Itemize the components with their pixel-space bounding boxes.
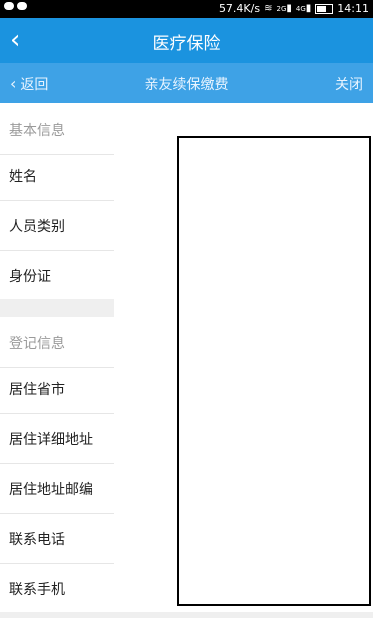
status-bar: 57.4K/s ≋ 2G▮ 4G▮ 14:11	[0, 0, 373, 18]
list-item-label: 姓名	[9, 169, 37, 185]
blank-overlay-panel	[177, 136, 371, 606]
network-label-2: 4G	[295, 4, 306, 13]
wifi-icon: ≋	[264, 2, 273, 14]
status-time: 14:11	[337, 2, 369, 15]
chat-bubble-icon	[4, 2, 14, 10]
list-item-id-card[interactable]: 身份证	[0, 250, 114, 300]
section-header-register-label: 登记信息	[9, 336, 65, 352]
list-item-label: 居住详细地址	[9, 432, 93, 448]
sub-navigation: ‹ 返回 亲友续保缴费 关闭	[0, 63, 373, 103]
list-item-mobile[interactable]: 联系手机	[0, 563, 114, 614]
list-item-postcode[interactable]: 居住地址邮编	[0, 463, 114, 514]
list-item-label: 联系手机	[9, 582, 65, 598]
list-item-province-city[interactable]: 居住省市	[0, 363, 114, 414]
list-item-label: 人员类别	[9, 219, 65, 235]
list-item-name[interactable]: 姓名	[0, 150, 114, 201]
list-item-label: 居住地址邮编	[9, 482, 93, 498]
network-label-1: 2G	[276, 4, 287, 13]
list-item-label: 身份证	[9, 269, 51, 285]
signal-icon-2: 4G▮	[295, 2, 312, 14]
bottom-band	[0, 612, 373, 618]
list-item-label: 居住省市	[9, 382, 65, 398]
section-header-basic-label: 基本信息	[9, 123, 65, 139]
status-left	[4, 2, 27, 10]
list-item-category[interactable]: 人员类别	[0, 200, 114, 251]
section-header-register: 登记信息	[0, 317, 114, 368]
list-item-address[interactable]: 居住详细地址	[0, 413, 114, 464]
subnav-title: 亲友续保缴费	[144, 77, 229, 93]
list-item-phone[interactable]: 联系电话	[0, 513, 114, 564]
section-divider	[0, 299, 114, 317]
signal-icon: 2G▮	[276, 2, 292, 14]
status-right: 57.4K/s ≋ 2G▮ 4G▮ 14:11	[219, 2, 369, 15]
page-title: 医疗保险	[152, 34, 221, 54]
battery-icon	[315, 3, 334, 14]
section-header-basic: 基本信息	[0, 104, 114, 155]
list-item-label: 联系电话	[9, 532, 65, 548]
network-speed: 57.4K/s	[218, 2, 261, 15]
title-bar: ‹ 医疗保险	[0, 18, 373, 63]
close-button[interactable]: 关闭	[335, 74, 363, 94]
message-icon	[17, 2, 27, 10]
